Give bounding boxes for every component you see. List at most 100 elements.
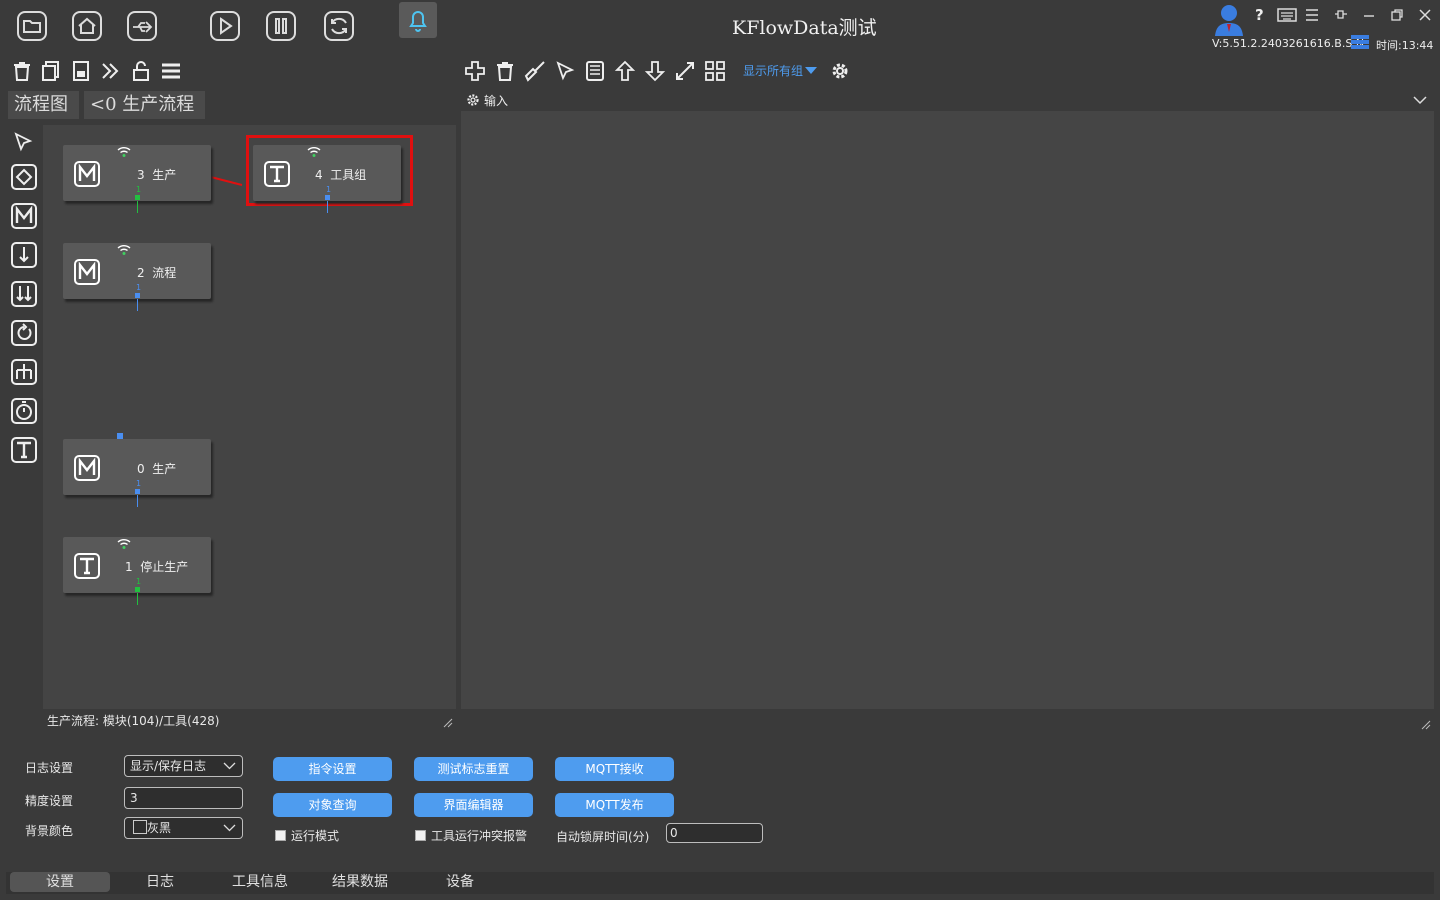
auto-lock-input[interactable]: 0	[666, 823, 763, 843]
close-icon[interactable]	[1418, 8, 1432, 22]
grid-icon[interactable]	[704, 60, 726, 82]
node-index: 4	[315, 168, 323, 182]
move-down-icon[interactable]	[644, 60, 666, 82]
chevron-down-icon[interactable]	[1413, 95, 1427, 105]
hierarchy-icon[interactable]	[11, 359, 37, 385]
color-swatch	[133, 820, 147, 834]
bg-color-label: 背景颜色	[25, 824, 74, 838]
flow-node[interactable]: 2 流程 1	[63, 243, 211, 311]
flow-canvas[interactable]	[43, 125, 456, 709]
bell-icon	[409, 11, 427, 32]
restore-icon[interactable]	[1390, 8, 1404, 22]
decision-icon[interactable]	[11, 164, 37, 190]
node-index: 0	[137, 462, 145, 476]
flow-node[interactable]: 0 生产 1	[63, 433, 211, 507]
node-index: 1	[125, 560, 133, 574]
calculator-icon[interactable]	[584, 60, 606, 82]
output-port[interactable]	[135, 489, 140, 494]
tool-t-icon	[264, 161, 290, 187]
user-avatar-icon[interactable]	[1211, 2, 1247, 36]
output-port[interactable]	[135, 195, 140, 200]
delete-icon[interactable]	[11, 60, 33, 82]
step-down-icon[interactable]	[11, 242, 37, 268]
resize-grip-icon[interactable]	[1421, 720, 1431, 730]
output-port[interactable]	[325, 195, 330, 200]
bg-color-select[interactable]: 灰黑	[124, 817, 243, 839]
object-query-button[interactable]: 对象查询	[273, 793, 392, 817]
tab-flowchart[interactable]: 流程图	[8, 91, 79, 119]
tool-t-icon[interactable]	[11, 437, 37, 463]
bg-color-value: 灰黑	[147, 821, 172, 835]
notification-bell-button[interactable]	[399, 2, 437, 38]
list-icon[interactable]	[160, 60, 182, 82]
server-status-icon	[1350, 34, 1370, 50]
input-panel-header[interactable]: 输入	[461, 89, 1434, 111]
trash-icon[interactable]	[494, 60, 516, 82]
pointer-icon[interactable]	[554, 60, 576, 82]
port-line	[137, 201, 138, 213]
tab-tool-info[interactable]: 工具信息	[210, 872, 310, 892]
select-arrow-icon[interactable]	[12, 131, 34, 153]
output-port[interactable]	[135, 587, 140, 592]
flow-node[interactable]: 4 工具组 1	[253, 145, 401, 213]
port-line	[327, 201, 328, 213]
clock-text: 时间:13:44	[1376, 39, 1434, 52]
keyboard-icon[interactable]	[1277, 8, 1297, 22]
open-folder-icon[interactable]	[16, 10, 48, 42]
output-port[interactable]	[135, 293, 140, 298]
mqtt-publish-button[interactable]: MQTT发布	[555, 793, 674, 817]
auto-lock-label: 自动锁屏时间(分)	[556, 830, 650, 844]
save-file-icon[interactable]	[70, 60, 92, 82]
copy-icon[interactable]	[40, 60, 62, 82]
reset-test-flag-button[interactable]: 测试标志重置	[414, 757, 533, 781]
timer-icon[interactable]	[11, 398, 37, 424]
tab-result-data[interactable]: 结果数据	[310, 872, 410, 892]
port-number: 1	[326, 185, 332, 194]
tab-device[interactable]: 设备	[410, 872, 510, 892]
node-name: 流程	[152, 266, 177, 280]
tab-log[interactable]: 日志	[110, 872, 210, 892]
menu-list-icon[interactable]	[1305, 8, 1319, 22]
pause-icon[interactable]	[265, 10, 297, 42]
input-port[interactable]	[117, 433, 123, 439]
precision-input[interactable]: 3	[124, 787, 243, 809]
flow-node[interactable]: 3 生产 1	[63, 145, 211, 213]
pin-icon[interactable]	[1334, 8, 1348, 22]
loop-icon[interactable]	[11, 320, 37, 346]
broom-icon[interactable]	[524, 60, 546, 82]
ui-editor-button[interactable]: 界面编辑器	[414, 793, 533, 817]
tab-settings[interactable]: 设置	[10, 872, 110, 892]
run-mode-checkbox[interactable]: 运行模式	[275, 827, 339, 844]
port-number: 1	[136, 479, 142, 488]
node-label: 4 工具组	[315, 166, 366, 183]
tab-production-flow[interactable]: <0 生产流程	[84, 91, 205, 119]
play-icon[interactable]	[209, 10, 241, 42]
group-filter-dropdown[interactable]: 显示所有组	[743, 62, 818, 79]
add-icon[interactable]	[464, 60, 486, 82]
help-icon[interactable]: ?	[1255, 6, 1264, 24]
command-settings-button[interactable]: 指令设置	[273, 757, 392, 781]
parallel-icon[interactable]	[11, 281, 37, 307]
node-index: 3	[137, 168, 145, 182]
run-mode-label: 运行模式	[291, 829, 340, 843]
precision-label: 精度设置	[25, 794, 74, 808]
move-up-icon[interactable]	[614, 60, 636, 82]
node-name: 工具组	[330, 168, 367, 182]
module-m-icon[interactable]	[11, 203, 37, 229]
mqtt-receive-button[interactable]: MQTT接收	[555, 757, 674, 781]
minimize-icon[interactable]	[1362, 8, 1376, 22]
expand-icon[interactable]	[674, 60, 696, 82]
usb-icon[interactable]	[126, 10, 158, 42]
checkbox-box	[275, 830, 286, 841]
home-icon[interactable]	[71, 10, 103, 42]
window-title: KFlowData测试	[732, 17, 877, 39]
settings-gear-icon[interactable]	[829, 60, 851, 82]
tool-conflict-alarm-checkbox[interactable]: 工具运行冲突报警	[415, 827, 527, 844]
flow-node[interactable]: 1 停止生产 1	[63, 537, 211, 605]
refresh-icon[interactable]	[323, 10, 355, 42]
unlock-icon[interactable]	[130, 60, 152, 82]
checkbox-box	[415, 830, 426, 841]
forward-icon[interactable]	[100, 60, 122, 82]
log-setting-select[interactable]: 显示/保存日志	[124, 755, 243, 777]
resize-grip-icon[interactable]	[443, 718, 453, 728]
